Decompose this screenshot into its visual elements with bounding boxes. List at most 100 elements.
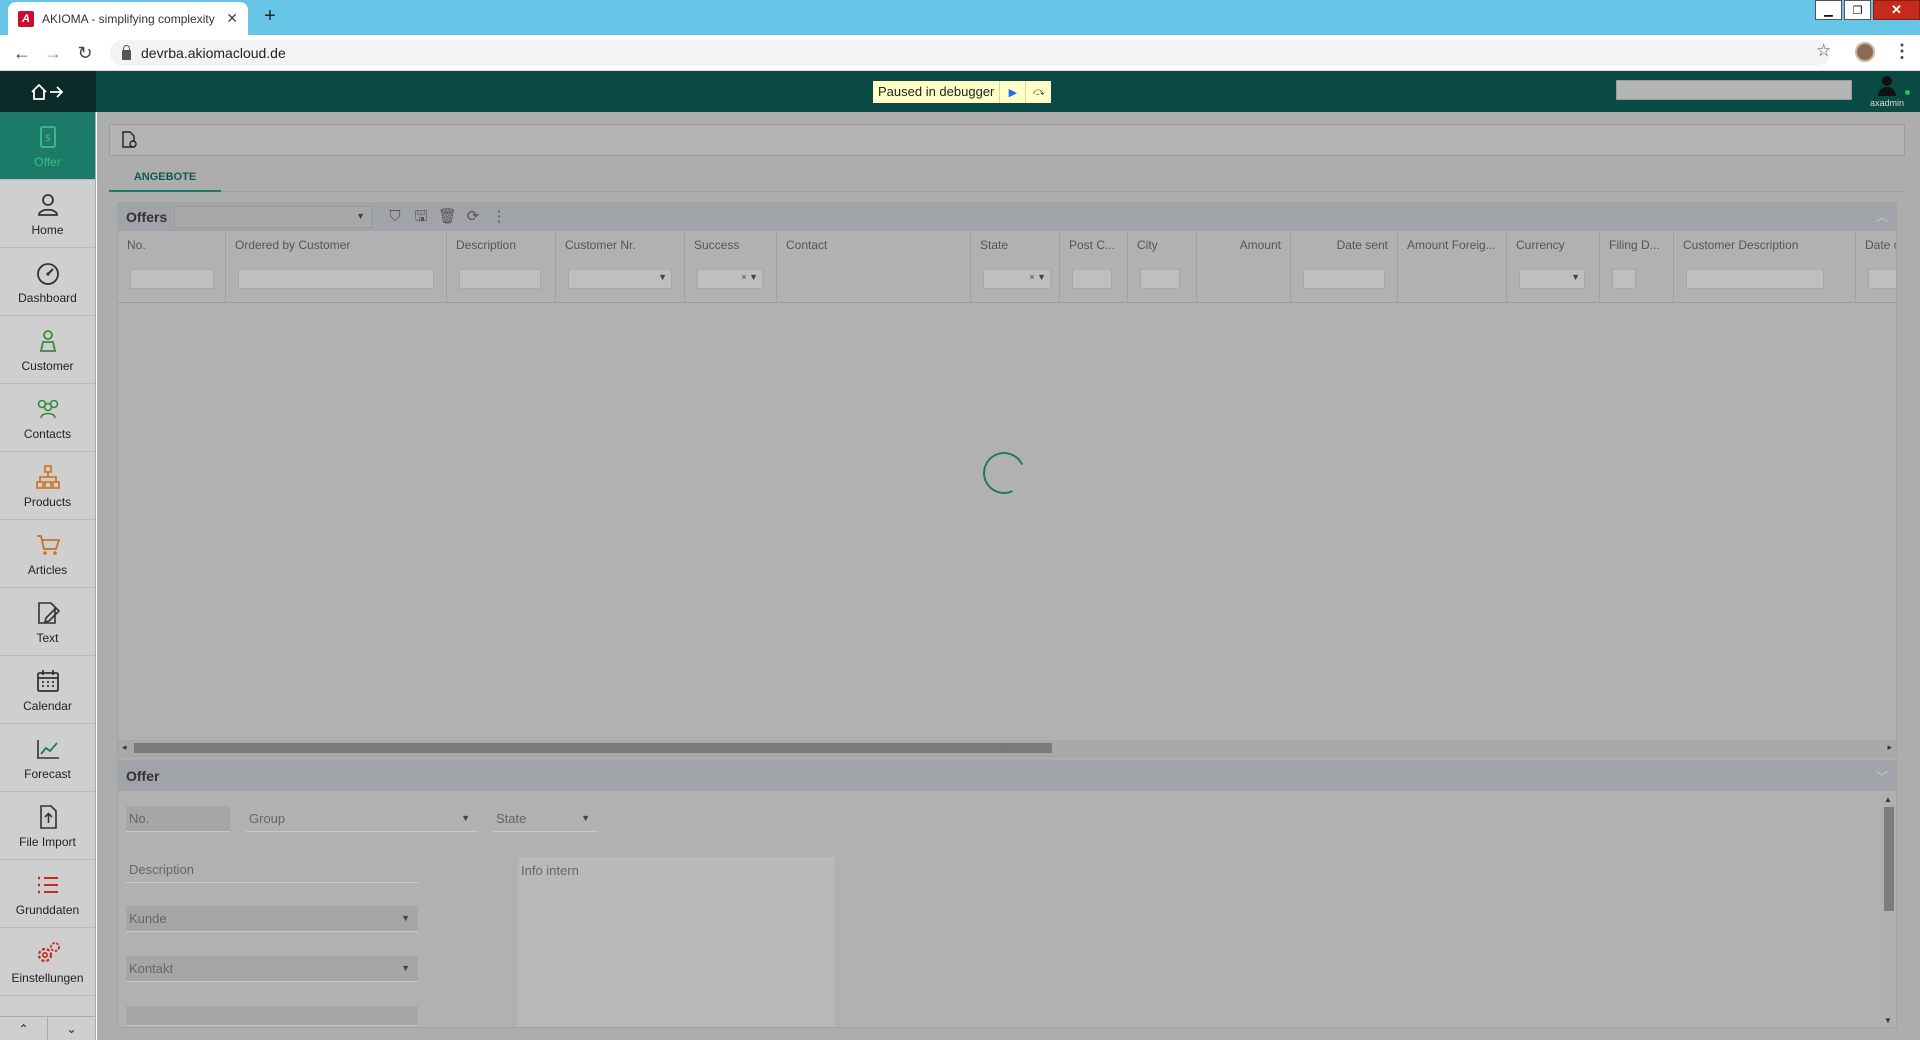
- sidebar-item-products[interactable]: Products: [0, 452, 95, 520]
- column-header[interactable]: Amount: [1197, 231, 1291, 302]
- sidebar-scroll-controls: ⌃ ⌄: [0, 1016, 96, 1040]
- sidebar-item-text[interactable]: Text: [0, 588, 95, 656]
- column-filter-select[interactable]: × ▼: [983, 269, 1051, 289]
- restore-icon[interactable]: ❐: [1844, 0, 1871, 20]
- column-header[interactable]: Customer Description: [1674, 231, 1856, 302]
- column-header[interactable]: City: [1128, 231, 1197, 302]
- sidebar-item-file-import[interactable]: File Import: [0, 792, 95, 860]
- refresh-icon[interactable]: ⟳: [464, 208, 482, 226]
- column-filter-input[interactable]: [130, 269, 214, 289]
- akioma-favicon-icon: A: [18, 10, 34, 27]
- column-header[interactable]: Customer Nr. ▼: [556, 231, 685, 302]
- chevron-down-icon[interactable]: ﹀: [1876, 768, 1888, 785]
- grid-tools: ⛉ 🖫 🗑 ⟳ ⋮: [386, 208, 508, 226]
- close-tab-icon[interactable]: ✕: [226, 10, 238, 27]
- state-select[interactable]: State ▼: [493, 806, 598, 832]
- sidebar-item-calendar[interactable]: Calendar: [0, 656, 95, 724]
- chevron-down-icon[interactable]: ⌄: [48, 1017, 96, 1040]
- column-filter-input[interactable]: [1072, 269, 1112, 289]
- sidebar-item-grunddaten[interactable]: Grunddaten: [0, 860, 95, 928]
- new-tab-button[interactable]: +: [258, 5, 282, 29]
- sidebar-item-offer[interactable]: $ Offer: [0, 112, 95, 180]
- kontakt-select[interactable]: Kontakt ▼: [126, 956, 418, 982]
- sidebar-item-dashboard[interactable]: Dashboard: [0, 248, 95, 316]
- resume-icon[interactable]: ▶: [999, 81, 1026, 103]
- sidebar: $ Offer Home Dashboard Customer Contacts…: [0, 112, 96, 1040]
- column-filter-select[interactable]: ▼: [1519, 269, 1585, 289]
- vertical-scrollbar[interactable]: ▲ ▼: [1882, 793, 1896, 1027]
- description-field[interactable]: Description: [126, 857, 418, 883]
- chevron-up-icon[interactable]: ︿: [1876, 208, 1888, 225]
- column-header[interactable]: Currency ▼: [1507, 231, 1600, 302]
- column-filter-select[interactable]: ▼: [568, 269, 672, 289]
- column-header[interactable]: Date sent: [1291, 231, 1398, 302]
- column-header[interactable]: Description: [447, 231, 556, 302]
- sidebar-item-einstellungen[interactable]: Einstellungen: [0, 928, 95, 996]
- group-select[interactable]: Group ▼: [246, 806, 478, 832]
- grid-header: Offers ▼ ⛉ 🖫 🗑 ⟳ ⋮ ︿: [118, 203, 1896, 231]
- sidebar-item-forecast[interactable]: Forecast: [0, 724, 95, 792]
- dashboard-icon: [33, 259, 63, 287]
- back-icon[interactable]: ←: [12, 43, 32, 63]
- sidebar-item-articles[interactable]: Articles: [0, 520, 95, 588]
- info-intern-textarea[interactable]: Info intern: [518, 857, 834, 1027]
- grid-view-select[interactable]: ▼: [174, 206, 372, 228]
- sidebar-item-home[interactable]: Home: [0, 180, 95, 248]
- scroll-up-icon[interactable]: ▲: [1884, 795, 1892, 804]
- column-header[interactable]: Post C...: [1060, 231, 1128, 302]
- browser-menu-icon[interactable]: ⋮: [1893, 41, 1911, 62]
- bookmark-star-icon[interactable]: ☆: [1816, 41, 1831, 61]
- scrollbar-thumb[interactable]: [1884, 807, 1894, 911]
- sidebar-item-contacts[interactable]: Contacts: [0, 384, 95, 452]
- column-header[interactable]: Success × ▼: [685, 231, 777, 302]
- column-header[interactable]: Ordered by Customer: [226, 231, 447, 302]
- column-header[interactable]: No.: [118, 231, 226, 302]
- scroll-down-icon[interactable]: ▼: [1884, 1016, 1892, 1025]
- header-search-input[interactable]: [1616, 80, 1852, 100]
- column-filter-input[interactable]: [1140, 269, 1180, 289]
- column-header[interactable]: Date cr: [1856, 231, 1896, 302]
- app-header: Paused in debugger ▶ ⤼ axadmin: [0, 71, 1920, 112]
- column-label: City: [1137, 238, 1158, 252]
- column-filter-input[interactable]: [1686, 269, 1824, 289]
- column-filter-input[interactable]: [1612, 269, 1636, 289]
- chevron-up-icon[interactable]: ⌃: [0, 1017, 48, 1040]
- column-filter-input[interactable]: [238, 269, 434, 289]
- column-filter-input[interactable]: [1868, 269, 1896, 289]
- save-icon[interactable]: 🖫: [412, 208, 430, 226]
- profile-avatar[interactable]: [1855, 42, 1875, 62]
- settings-icon: [33, 939, 63, 967]
- column-header[interactable]: Contact: [777, 231, 971, 302]
- step-over-icon[interactable]: ⤼: [1025, 81, 1052, 103]
- browser-tab[interactable]: A AKIOMA - simplifying complexity ✕: [8, 2, 248, 35]
- column-label: Filing D...: [1609, 238, 1660, 252]
- additional-field[interactable]: [126, 1006, 418, 1026]
- more-options-icon[interactable]: ⋮: [490, 208, 508, 226]
- column-filter-select[interactable]: × ▼: [697, 269, 763, 289]
- column-label: Amount Foreig...: [1407, 238, 1496, 252]
- kunde-select[interactable]: Kunde ▼: [126, 906, 418, 932]
- browser-tab-bar: A AKIOMA - simplifying complexity ✕ + ▁ …: [0, 0, 1920, 35]
- column-header[interactable]: Filing D...: [1600, 231, 1674, 302]
- sidebar-item-customer[interactable]: Customer: [0, 316, 95, 384]
- panel-splitter[interactable]: ⋯: [117, 746, 1897, 756]
- column-header[interactable]: Amount Foreig...: [1398, 231, 1507, 302]
- reload-icon[interactable]: ↻: [75, 43, 95, 63]
- filter-icon[interactable]: ⛉: [386, 208, 404, 226]
- column-label: Post C...: [1069, 238, 1116, 252]
- field-label: No.: [129, 811, 150, 826]
- tab-angebote[interactable]: ANGEBOTE: [109, 162, 221, 192]
- user-menu[interactable]: axadmin: [1862, 74, 1912, 110]
- trash-icon[interactable]: 🗑: [438, 208, 457, 226]
- home-nav-button[interactable]: [0, 71, 96, 112]
- new-document-icon[interactable]: [120, 131, 138, 149]
- column-filter-input[interactable]: [459, 269, 541, 289]
- minimize-icon[interactable]: ▁: [1815, 0, 1842, 20]
- forward-icon[interactable]: →: [43, 43, 63, 63]
- column-filter-input[interactable]: [1303, 269, 1385, 289]
- offer-no-field[interactable]: No.: [126, 806, 230, 832]
- close-window-icon[interactable]: ✕: [1873, 0, 1920, 20]
- column-label: No.: [127, 238, 146, 252]
- url-field[interactable]: devrba.akiomacloud.de: [110, 40, 1830, 66]
- column-header[interactable]: State × ▼: [971, 231, 1060, 302]
